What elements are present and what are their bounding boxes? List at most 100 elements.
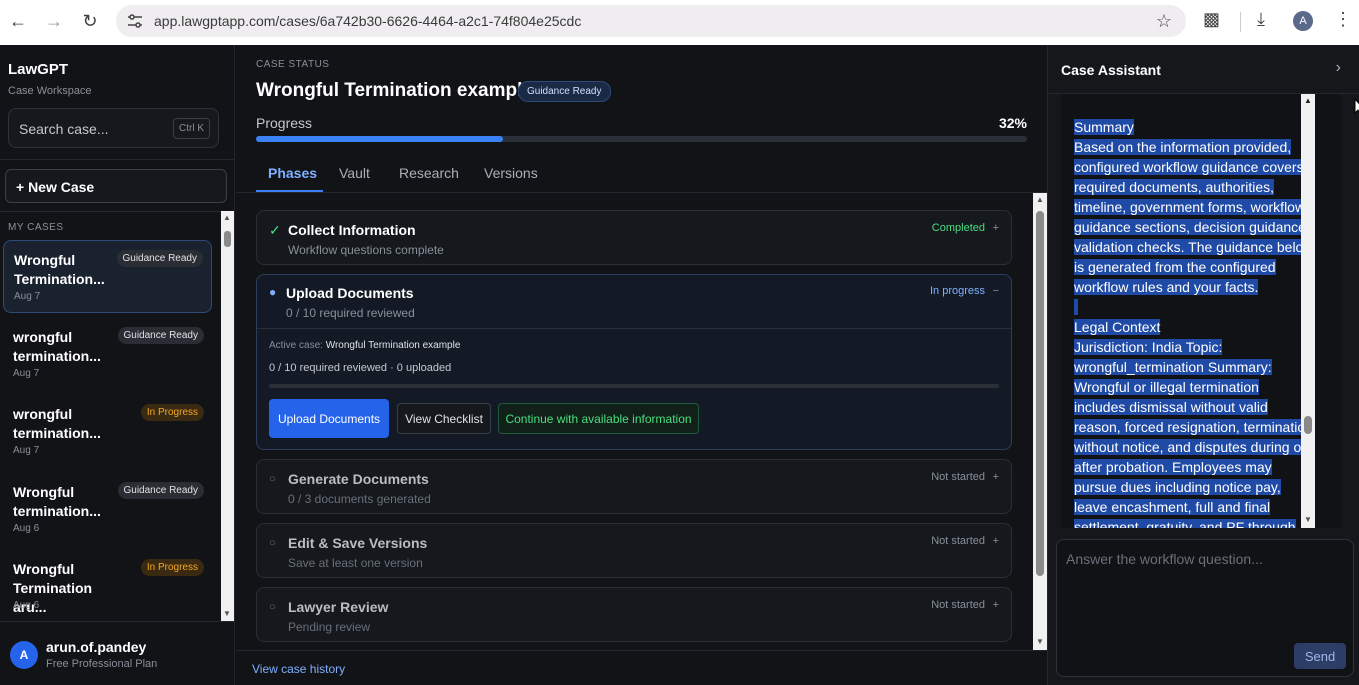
case-item[interactable]: Wrongful termination... Guidance Ready A… — [3, 473, 212, 546]
case-item[interactable]: Wrongful Termination... Guidance Ready A… — [3, 240, 212, 313]
phase-status: Not started — [931, 471, 985, 483]
check-icon: ✓ — [269, 222, 281, 238]
tab-versions[interactable]: Versions — [484, 165, 538, 181]
browser-menu-icon[interactable]: ⋮ — [1334, 9, 1352, 30]
case-item[interactable]: wrongful termination... Guidance Ready A… — [3, 318, 212, 391]
divider — [236, 650, 1047, 651]
new-case-button[interactable]: + New Case — [5, 169, 227, 203]
address-bar[interactable]: app.lawgptapp.com/cases/6a742b30-6626-44… — [116, 5, 1186, 37]
phase-edit-save-versions[interactable]: ○ Edit & Save Versions Save at least one… — [256, 523, 1012, 578]
phase-status: Completed — [931, 222, 985, 234]
tab-vault[interactable]: Vault — [339, 165, 370, 181]
status-badge: Guidance Ready — [116, 250, 203, 267]
phase-lawyer-review[interactable]: ○ Lawyer Review Pending review Not start… — [256, 587, 1012, 642]
main-scrollbar[interactable]: ▲ ▼ — [1033, 193, 1047, 650]
scroll-down-icon[interactable]: ▼ — [1036, 637, 1044, 646]
case-title: Wrongful Termination... — [14, 252, 105, 287]
sidebar-scrollbar[interactable]: ▲ ▼ — [221, 211, 234, 621]
back-icon[interactable]: ← — [6, 9, 30, 33]
view-case-history-link[interactable]: View case history — [252, 662, 345, 676]
chevron-right-icon[interactable]: › — [1336, 59, 1341, 77]
bookmark-star-icon[interactable]: ☆ — [1156, 11, 1172, 32]
assistant-message: Summary Based on the information provided… — [1074, 117, 1319, 528]
expand-icon[interactable]: + — [993, 535, 999, 547]
message-line: Based on the information provided, — [1074, 139, 1292, 155]
search-shortcut: Ctrl K — [173, 118, 210, 139]
scroll-up-icon[interactable]: ▲ — [1304, 96, 1312, 105]
site-settings-icon[interactable] — [126, 13, 144, 29]
main-panel: CASE STATUS Wrongful Termination example… — [236, 45, 1047, 685]
message-line: settlement, gratuity, and PF through — [1074, 517, 1319, 528]
chat-input[interactable]: Answer the workflow question... Send — [1056, 539, 1354, 677]
phase-subtitle: Workflow questions complete — [288, 243, 444, 257]
url-text[interactable]: app.lawgptapp.com/cases/6a742b30-6626-44… — [154, 13, 581, 29]
chat-scrollbar[interactable]: ▲ ▼ — [1301, 94, 1315, 528]
circle-icon: ○ — [269, 601, 276, 613]
status-badge: In Progress — [140, 404, 204, 421]
tab-bar: Phases Vault Research Versions — [256, 157, 1047, 193]
phase-subtitle: 0 / 3 documents generated — [288, 492, 431, 506]
expand-icon[interactable]: + — [993, 599, 999, 611]
forward-icon[interactable]: → — [42, 9, 66, 33]
case-date: Aug 7 — [13, 368, 40, 379]
circle-icon: ○ — [269, 537, 276, 549]
circle-icon: ○ — [269, 473, 276, 485]
status-badge: In Progress — [140, 559, 204, 576]
phase-status: In progress — [929, 285, 985, 297]
message-line: timeline, government forms, workflow — [1074, 199, 1306, 215]
search-input[interactable]: Search case... Ctrl K — [8, 108, 219, 148]
scroll-down-icon[interactable]: ▼ — [223, 609, 231, 618]
message-line: Legal Context — [1074, 319, 1161, 335]
send-button[interactable]: Send — [1294, 643, 1346, 669]
tab-phases[interactable]: Phases — [268, 165, 317, 181]
case-date: Aug 7 — [14, 291, 41, 302]
expand-icon[interactable]: + — [993, 222, 999, 234]
case-title: wrongful termination... — [13, 329, 101, 364]
reload-icon[interactable]: ↻ — [78, 9, 102, 33]
tab-research[interactable]: Research — [399, 165, 459, 181]
active-case-name: Wrongful Termination example — [325, 340, 461, 351]
case-item[interactable]: wrongful termination... In Progress Aug … — [3, 395, 212, 468]
case-date: Aug 6 — [13, 523, 40, 534]
divider — [0, 159, 235, 160]
phase-collect-information[interactable]: ✓ Collect Information Workflow questions… — [256, 210, 1012, 265]
scrollbar-thumb[interactable] — [1304, 416, 1312, 434]
dot-icon: ● — [269, 285, 277, 299]
expand-icon[interactable]: + — [993, 471, 999, 483]
continue-button[interactable]: Continue with available information — [498, 403, 699, 434]
status-badge: Guidance Ready — [117, 327, 204, 344]
message-line: configured workflow guidance covers — [1074, 159, 1304, 175]
case-item[interactable]: Wrongful Termination aru... In Progress … — [3, 550, 212, 623]
divider — [0, 621, 235, 622]
view-checklist-button[interactable]: View Checklist — [397, 403, 491, 434]
my-cases-label: MY CASES — [8, 222, 64, 233]
case-status-label: CASE STATUS — [256, 59, 330, 70]
message-line: Jurisdiction: India Topic: — [1074, 339, 1223, 355]
phase-title: Collect Information — [288, 222, 416, 238]
scrollbar-thumb[interactable] — [1036, 211, 1044, 576]
message-line: after probation. Employees may — [1074, 459, 1272, 475]
message-line: workflow rules and your facts. — [1074, 279, 1259, 295]
scroll-up-icon[interactable]: ▲ — [1036, 195, 1044, 204]
scroll-down-icon[interactable]: ▼ — [1304, 515, 1312, 524]
download-icon[interactable]: ⤓ — [1257, 9, 1265, 30]
message-line: leave encashment, full and final — [1074, 499, 1271, 515]
phase-subtitle: Pending review — [288, 620, 371, 634]
phase-upload-documents[interactable]: ● Upload Documents 0 / 10 required revie… — [256, 274, 1012, 450]
upload-documents-button[interactable]: Upload Documents — [269, 399, 389, 438]
avatar[interactable]: A — [10, 641, 38, 669]
assistant-title: Case Assistant — [1061, 62, 1161, 78]
scroll-up-icon[interactable]: ▲ — [223, 213, 231, 222]
scrollbar-thumb[interactable] — [224, 231, 231, 247]
collapse-icon[interactable]: − — [993, 285, 999, 297]
progress-fill — [256, 136, 503, 142]
brand-subtitle: Case Workspace — [8, 85, 92, 97]
phase-generate-documents[interactable]: ○ Generate Documents 0 / 3 documents gen… — [256, 459, 1012, 514]
progress-bar — [256, 136, 1027, 142]
case-title: wrongful termination... — [13, 406, 101, 441]
profile-avatar[interactable]: A — [1293, 11, 1313, 31]
extensions-icon[interactable]: ▩ — [1203, 9, 1220, 30]
search-placeholder: Search case... — [19, 121, 109, 137]
status-badge: Guidance Ready — [117, 482, 204, 499]
upload-count: 0 / 10 required reviewed · 0 uploaded — [269, 362, 452, 374]
